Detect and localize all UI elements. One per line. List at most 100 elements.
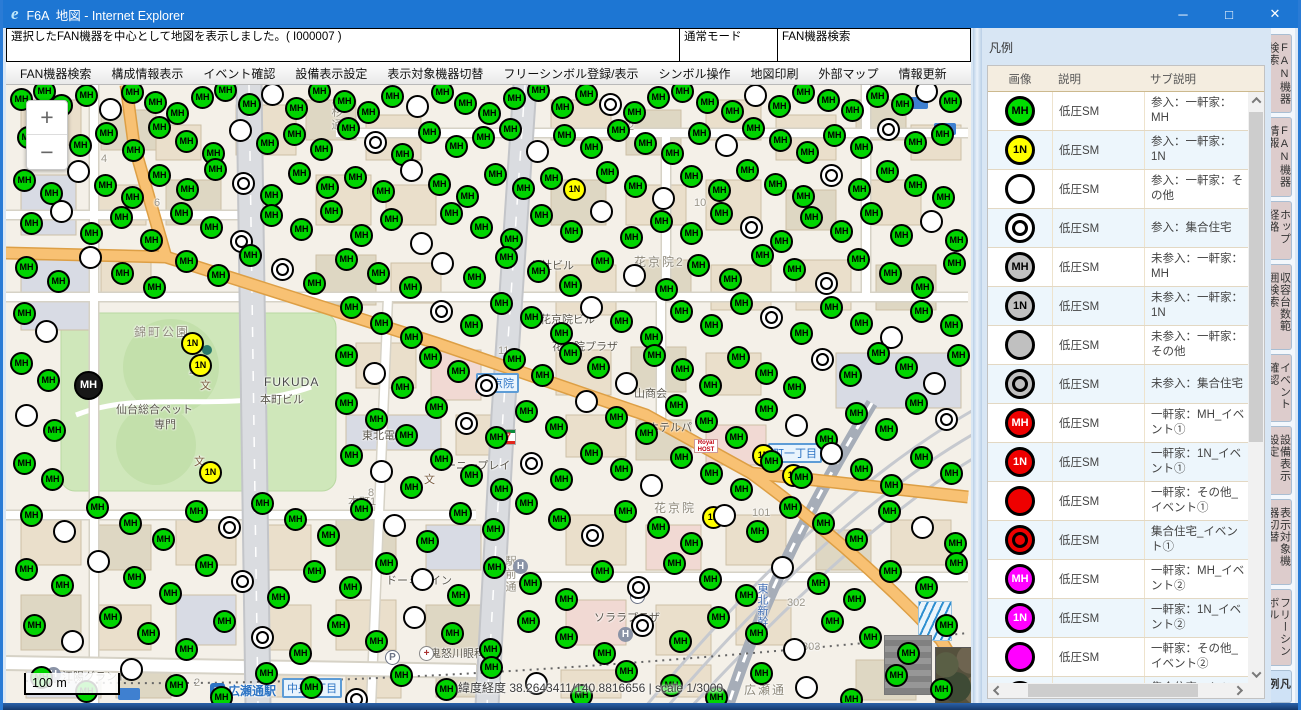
sidebar-tab-3[interactable]: ホップ経路 (1271, 201, 1292, 261)
marker-sm-green-mh[interactable]: MH (845, 528, 868, 551)
marker-sm-white[interactable] (411, 568, 434, 591)
marker-sm-white[interactable] (400, 159, 423, 182)
marker-sm-green-mh[interactable]: MH (624, 175, 647, 198)
menu-item-6[interactable]: フリーシンボル登録/表示 (493, 62, 648, 85)
marker-sm-green-mh[interactable]: MH (750, 662, 773, 685)
marker-sm-green-mh[interactable]: MH (817, 89, 840, 112)
marker-sm-green-mh[interactable]: MH (635, 422, 658, 445)
marker-sm-white[interactable] (744, 85, 767, 107)
marker-sm-green-mh[interactable]: MH (335, 344, 358, 367)
marker-sm-green-mh[interactable]: MH (288, 162, 311, 185)
marker-sm-green-mh[interactable]: MH (699, 568, 722, 591)
marker-sm-green-mh[interactable]: MH (947, 344, 970, 367)
marker-sm-green-mh[interactable]: MH (779, 496, 802, 519)
marker-sm-green-mh[interactable]: MH (700, 314, 723, 337)
marker-sm-green-mh[interactable]: MH (367, 262, 390, 285)
marker-sm-green-mh[interactable]: MH (440, 202, 463, 225)
scroll-right-button[interactable] (1231, 683, 1248, 698)
marker-sm-green-mh[interactable]: MH (335, 392, 358, 415)
marker-sm-green-mh[interactable]: MH (175, 250, 198, 273)
marker-sm-green-mh[interactable]: MH (13, 169, 36, 192)
marker-sm-green-mh[interactable]: MH (515, 492, 538, 515)
marker-sm-green-mh[interactable]: MH (935, 614, 958, 637)
marker-sm-green-mh[interactable]: MH (350, 498, 373, 521)
marker-sm-green-mh[interactable]: MH (530, 204, 553, 227)
marker-sm-green-mh[interactable]: MH (13, 452, 36, 475)
marker-sm-green-mh[interactable]: MH (730, 478, 753, 501)
marker-sm-green-mh[interactable]: MH (350, 224, 373, 247)
marker-sm-green-mh[interactable]: MH (665, 394, 688, 417)
marker-sm-green-mh[interactable]: MH (37, 369, 60, 392)
marker-sm-green-mh[interactable]: MH (372, 180, 395, 203)
marker-sm-green-mh[interactable]: MH (647, 516, 670, 539)
marker-sm-green-mh[interactable]: MH (591, 250, 614, 273)
marker-sm-green-mh[interactable]: MH (555, 626, 578, 649)
marker-sm-green-mh[interactable]: MH (940, 314, 963, 337)
marker-sm-collective[interactable] (475, 374, 498, 397)
marker-sm-green-mh[interactable]: MH (783, 376, 806, 399)
marker-sm-green-mh[interactable]: MH (10, 352, 33, 375)
marker-sm-green-mh[interactable]: MH (669, 630, 692, 653)
marker-sm-collective[interactable] (218, 516, 241, 539)
marker-sm-green-mh[interactable]: MH (650, 210, 673, 233)
marker-sm-green-mh[interactable]: MH (239, 244, 262, 267)
marker-sm-green-mh[interactable]: MH (695, 410, 718, 433)
marker-sm-green-mh[interactable]: MH (357, 101, 380, 124)
marker-sm-green-mh[interactable]: MH (850, 312, 873, 335)
marker-sm-green-mh[interactable]: MH (769, 129, 792, 152)
marker-sm-green-mh[interactable]: MH (75, 85, 98, 107)
marker-sm-green-mh[interactable]: MH (911, 276, 934, 299)
marker-sm-green-mh[interactable]: MH (499, 118, 522, 141)
marker-sm-green-mh[interactable]: MH (94, 174, 117, 197)
marker-sm-green-mh[interactable]: MH (43, 419, 66, 442)
marker-sm-green-mh[interactable]: MH (69, 134, 92, 157)
marker-sm-white[interactable] (795, 676, 818, 699)
marker-sm-yellow-1n[interactable]: 1N (181, 332, 204, 355)
marker-sm-collective[interactable] (520, 452, 543, 475)
marker-sm-green-mh[interactable]: MH (447, 584, 470, 607)
marker-sm-white[interactable] (590, 200, 613, 223)
marker-sm-green-mh[interactable]: MH (880, 474, 903, 497)
marker-sm-green-mh[interactable]: MH (123, 566, 146, 589)
marker-sm-collective[interactable] (430, 300, 453, 323)
marker-sm-green-mh[interactable]: MH (175, 130, 198, 153)
marker-sm-green-mh[interactable]: MH (910, 300, 933, 323)
marker-sm-green-mh[interactable]: MH (560, 220, 583, 243)
marker-sm-green-mh[interactable]: MH (845, 402, 868, 425)
marker-sm-green-mh[interactable]: MH (768, 95, 791, 118)
marker-sm-green-mh[interactable]: MH (843, 588, 866, 611)
marker-sm-green-mh[interactable]: MH (483, 556, 506, 579)
marker-sm-green-mh[interactable]: MH (680, 165, 703, 188)
marker-sm-white[interactable] (363, 362, 386, 385)
marker-sm-green-mh[interactable]: MH (80, 222, 103, 245)
marker-sm-green-mh[interactable]: MH (680, 222, 703, 245)
marker-sm-collective[interactable] (631, 614, 654, 637)
marker-sm-green-mh[interactable]: MH (735, 584, 758, 607)
marker-sm-green-mh[interactable]: MH (418, 121, 441, 144)
marker-sm-white[interactable] (53, 520, 76, 543)
marker-sm-green-mh[interactable]: MH (687, 254, 710, 277)
marker-sm-green-mh[interactable]: MH (643, 344, 666, 367)
marker-sm-green-mh[interactable]: MH (344, 166, 367, 189)
marker-sm-green-mh[interactable]: MH (300, 676, 323, 699)
marker-sm-green-mh[interactable]: MH (708, 179, 731, 202)
marker-sm-green-mh[interactable]: MH (445, 135, 468, 158)
close-button[interactable]: ✕ (1252, 0, 1298, 28)
marker-sm-green-mh[interactable]: MH (380, 208, 403, 231)
marker-sm-green-mh[interactable]: MH (447, 360, 470, 383)
marker-sm-green-mh[interactable]: MH (375, 552, 398, 575)
marker-sm-green-mh[interactable]: MH (110, 206, 133, 229)
marker-sm-white[interactable] (406, 95, 429, 118)
marker-sm-green-mh[interactable]: MH (812, 512, 835, 535)
marker-sm-green-mh[interactable]: MH (47, 270, 70, 293)
sidebar-tab-8[interactable]: フリーシンボル (1271, 589, 1292, 666)
menu-item-2[interactable]: 構成情報表示 (101, 62, 193, 85)
marker-sm-green-mh[interactable]: MH (670, 300, 693, 323)
marker-sm-green-mh[interactable]: MH (915, 576, 938, 599)
marker-sm-green-mh[interactable]: MH (610, 458, 633, 481)
marker-sm-white[interactable] (410, 232, 433, 255)
marker-sm-green-mh[interactable]: MH (111, 262, 134, 285)
marker-sm-green-mh[interactable]: MH (416, 530, 439, 553)
marker-sm-green-mh[interactable]: MH (284, 508, 307, 531)
marker-sm-green-mh[interactable]: MH (860, 202, 883, 225)
